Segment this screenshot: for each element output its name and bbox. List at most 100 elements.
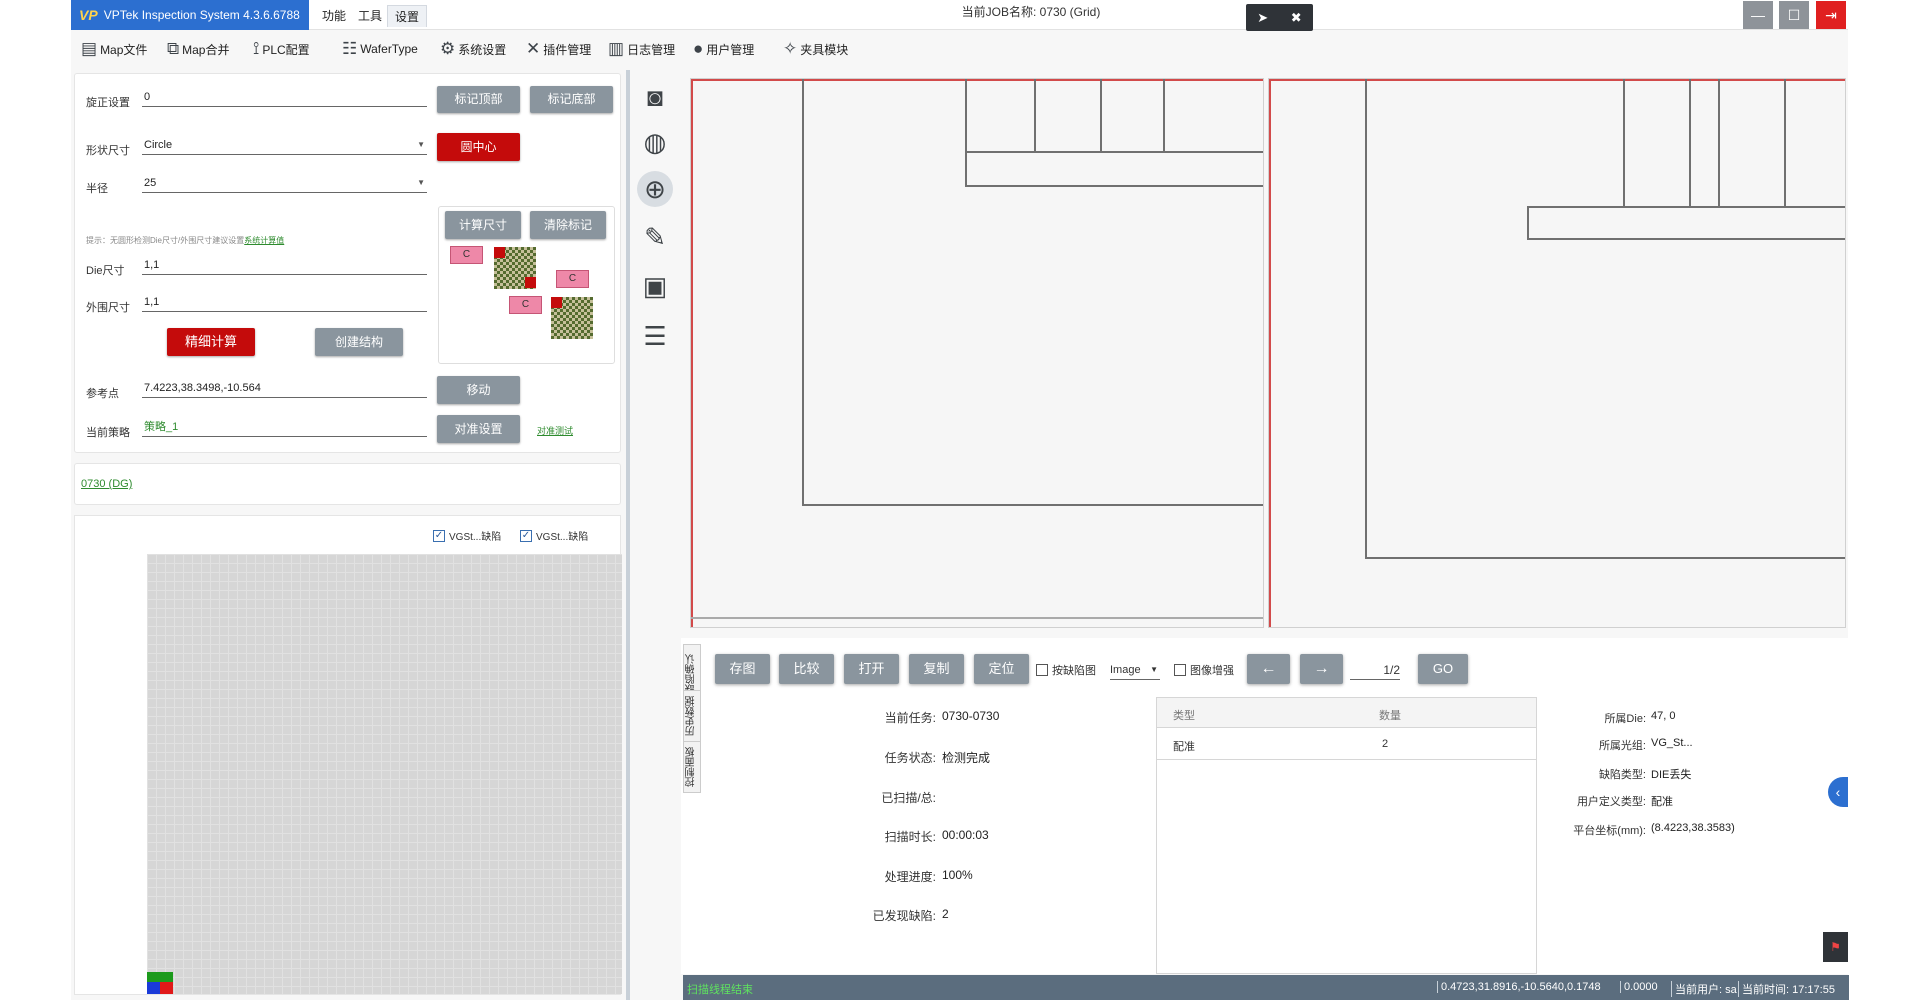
pattern-line bbox=[965, 151, 967, 185]
copy-button[interactable]: 复制 bbox=[909, 654, 964, 684]
table-row[interactable]: 配准 2 bbox=[1157, 729, 1536, 760]
die-marker-red[interactable] bbox=[160, 982, 173, 994]
stage-coord-value: (8.4223,38.3583) bbox=[1651, 822, 1735, 834]
shape-label: 形状尺寸 bbox=[86, 145, 130, 157]
checkbox-unchecked[interactable] bbox=[1036, 664, 1048, 676]
wafer-focus-icon[interactable]: ⊕ bbox=[637, 171, 673, 207]
radius-select[interactable]: 25 ▼ bbox=[142, 173, 427, 193]
compare-button[interactable]: 比较 bbox=[779, 654, 834, 684]
image-pane-reference[interactable] bbox=[690, 78, 1264, 628]
die-value: 47, 0 bbox=[1651, 710, 1676, 722]
status-message: 扫描线程结束 bbox=[687, 984, 753, 996]
move-button[interactable]: 移动 bbox=[437, 376, 520, 404]
diagram-c-box: C bbox=[556, 270, 589, 288]
status-bar: 扫描线程结束 0.4723,31.8916,-10.5640,0.1748 0.… bbox=[683, 975, 1849, 1000]
menu-tools[interactable]: 工具 bbox=[351, 5, 389, 27]
checkbox-unchecked[interactable] bbox=[1174, 664, 1186, 676]
vp-logo: VP bbox=[79, 7, 98, 23]
row-type: 配准 bbox=[1173, 741, 1195, 753]
pattern-line bbox=[965, 79, 967, 151]
cursor-icon[interactable]: ➤ bbox=[1257, 10, 1268, 26]
minimize-button[interactable]: — bbox=[1743, 1, 1773, 29]
strategy-label: 当前策略 bbox=[86, 427, 130, 439]
tab-history[interactable]: 历史数据 bbox=[683, 690, 701, 742]
calc-size-button[interactable]: 计算尺寸 bbox=[445, 211, 521, 239]
open-button[interactable]: 打开 bbox=[844, 654, 899, 684]
map-merge-icon: ⧉ bbox=[167, 39, 180, 58]
page-indicator[interactable]: 1/2 bbox=[1350, 660, 1400, 680]
exit-button[interactable]: ⇥ bbox=[1816, 1, 1846, 29]
go-button[interactable]: GO bbox=[1418, 654, 1468, 684]
plc-icon: ⟟ bbox=[253, 39, 260, 58]
locate-button[interactable]: 定位 bbox=[974, 654, 1029, 684]
die-marker-blue[interactable] bbox=[147, 982, 160, 994]
ref-point-input[interactable]: 7.4223,38.3498,-10.564 bbox=[142, 378, 427, 398]
job-link[interactable]: 0730 (DG) bbox=[81, 478, 132, 490]
next-arrow-icon[interactable]: → bbox=[1300, 654, 1343, 684]
system-calc-link[interactable]: 系统计算值 bbox=[244, 236, 284, 245]
toolbar-map-merge[interactable]: ⧉ Map合并 bbox=[167, 37, 230, 61]
toolbar-plugin-manager[interactable]: ✕ 插件管理 bbox=[526, 37, 591, 61]
align-settings-button[interactable]: 对准设置 bbox=[437, 415, 520, 443]
diagram-mark bbox=[525, 277, 536, 288]
fine-calc-button[interactable]: 精细计算 bbox=[167, 328, 255, 356]
diagram-c-box: C bbox=[509, 296, 542, 314]
checkbox-checked[interactable]: ✓ bbox=[433, 529, 445, 542]
menu-settings[interactable]: 设置 bbox=[387, 5, 428, 27]
align-test-link[interactable]: 对准测试 bbox=[537, 424, 573, 437]
circle-center-button[interactable]: 圆中心 bbox=[437, 133, 520, 161]
diagram-mark bbox=[494, 247, 505, 258]
panel-splitter[interactable] bbox=[626, 70, 630, 1000]
chart-image-icon[interactable]: ▣ bbox=[637, 268, 673, 304]
by-defect-checkbox[interactable]: 按缺陷图 bbox=[1036, 662, 1096, 678]
pattern-line bbox=[1365, 79, 1367, 559]
image-pane-defect[interactable] bbox=[1268, 78, 1846, 628]
tab-control-panel[interactable]: 控制面板 bbox=[683, 741, 701, 793]
float-toolbar: ➤ ✖ bbox=[1246, 4, 1313, 31]
user-type-value: 配准 bbox=[1651, 796, 1673, 808]
mark-bottom-button[interactable]: 标记底部 bbox=[530, 86, 613, 113]
defects-found-label: 已发现缺陷: bbox=[872, 909, 936, 923]
pattern-line bbox=[1163, 79, 1165, 151]
toolbar-plc-config[interactable]: ⟟ PLC配置 bbox=[253, 37, 310, 61]
die-marker-green[interactable] bbox=[147, 972, 173, 982]
flag-icon[interactable]: ⚑ bbox=[1823, 932, 1848, 962]
checkbox-checked[interactable]: ✓ bbox=[520, 529, 532, 542]
strategy-input[interactable]: 策略_1 bbox=[142, 417, 427, 437]
enhance-checkbox[interactable]: 图像增强 bbox=[1174, 662, 1234, 678]
die-size-input[interactable]: 1,1 bbox=[142, 255, 427, 275]
pattern-line bbox=[965, 151, 1263, 153]
scanned-label: 已扫描/总: bbox=[881, 791, 936, 805]
image-select[interactable]: Image ▼ bbox=[1110, 660, 1160, 680]
toolbar-user-manager[interactable]: ● 用户管理 bbox=[693, 37, 754, 61]
clear-mark-button[interactable]: 清除标记 bbox=[530, 211, 606, 239]
radius-label: 半径 bbox=[86, 183, 108, 195]
save-image-button[interactable]: 存图 bbox=[715, 654, 770, 684]
toolbar-fixture-module[interactable]: ✧ 夹具模块 bbox=[783, 37, 848, 61]
main-toolbar: ▤ Map文件 ⧉ Map合并 ⟟ PLC配置 ☷ WaferType ⚙ 系统设置 ✕ 插… bbox=[71, 33, 911, 63]
rotation-input[interactable]: 0 bbox=[142, 87, 427, 107]
mark-top-button[interactable]: 标记顶部 bbox=[437, 86, 520, 113]
wafer-map-grid[interactable] bbox=[147, 554, 622, 994]
legend-defect-1[interactable]: ✓ VGSt...缺陷 bbox=[433, 528, 501, 543]
toolbar-wafertype[interactable]: ☷ WaferType bbox=[342, 37, 418, 61]
toolbar-map-file[interactable]: ▤ Map文件 bbox=[81, 37, 147, 61]
progress-value: 100% bbox=[942, 868, 973, 882]
close-circle-icon[interactable]: ✖ bbox=[1291, 10, 1302, 26]
legend-defect-2[interactable]: ✓ VGSt...缺陷 bbox=[520, 528, 588, 543]
prev-arrow-icon[interactable]: ← bbox=[1247, 654, 1290, 684]
pane-border bbox=[1269, 79, 1271, 627]
ruler-icon[interactable]: ✎ bbox=[637, 219, 673, 255]
outer-size-input[interactable]: 1,1 bbox=[142, 292, 427, 312]
toolbar-log-manager[interactable]: ▥ 日志管理 bbox=[608, 37, 675, 61]
toolbar-system-settings[interactable]: ⚙ 系统设置 bbox=[440, 37, 506, 61]
menu-function[interactable]: 功能 bbox=[315, 5, 353, 27]
shape-select[interactable]: Circle ▼ bbox=[142, 135, 427, 155]
grid-sphere-icon[interactable]: ◍ bbox=[637, 124, 673, 160]
gear-icon: ⚙ bbox=[440, 39, 456, 58]
checklist-icon[interactable]: ☰ bbox=[637, 318, 673, 354]
maximize-button[interactable]: ☐ bbox=[1779, 1, 1809, 29]
app-window: VP VPTek Inspection System 4.3.6.6788 功能… bbox=[71, 0, 1848, 1000]
camera-icon[interactable]: ◙ bbox=[637, 79, 673, 115]
create-structure-button[interactable]: 创建结构 bbox=[315, 328, 403, 356]
